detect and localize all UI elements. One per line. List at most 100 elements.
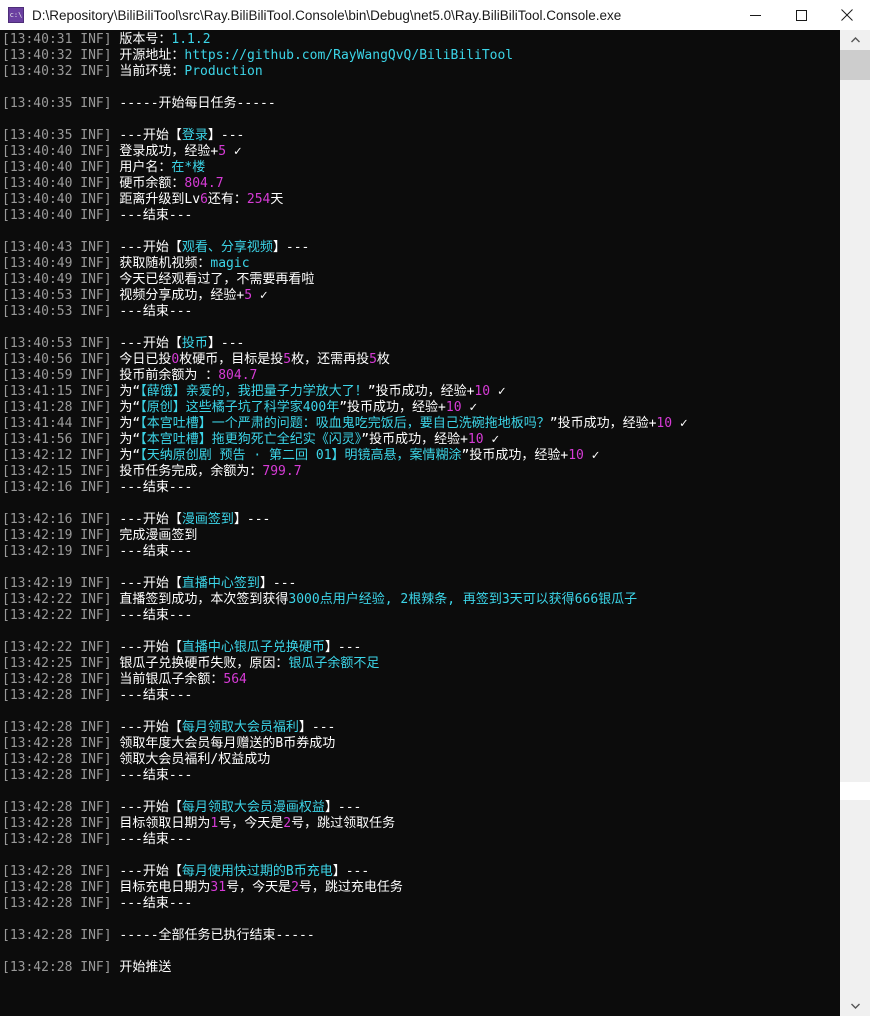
log-segment: 号，今天是	[226, 880, 292, 895]
log-line: [13:40:31 INF] 版本号：1.1.2	[2, 32, 840, 48]
log-segment: ---开始【	[111, 864, 182, 879]
log-timestamp: [13:40:32 INF]	[2, 48, 112, 63]
log-segment: 804.7	[218, 368, 258, 383]
log-timestamp: [13:40:56 INF]	[2, 352, 112, 367]
log-segment: ---结束---	[111, 608, 193, 623]
log-segment: magic	[210, 256, 250, 271]
log-line: [13:42:28 INF] 当前银瓜子余额：564	[2, 672, 840, 688]
log-segment: 领取大会员福利/权益成功	[111, 752, 271, 767]
log-timestamp: [13:42:28 INF]	[2, 672, 112, 687]
log-segment: 564	[223, 672, 247, 687]
log-segment: 每月领取大会员漫画权益	[181, 800, 325, 815]
log-segment: 银瓜子兑换硬币失败，原因：	[111, 656, 289, 671]
log-segment: 观看、分享视频	[181, 240, 273, 255]
log-segment: ”投币成功，经验+	[549, 416, 657, 431]
scroll-down-arrow-icon[interactable]	[840, 996, 870, 1016]
log-segment: 银瓜子余额不足	[288, 656, 380, 671]
window-title: D:\Repository\BiliBiliTool\src\Ray.BiliB…	[32, 7, 622, 23]
log-timestamp: [13:41:56 INF]	[2, 432, 112, 447]
log-line: [13:42:22 INF] 直播签到成功，本次签到获得3000点用户经验, 2…	[2, 592, 840, 608]
scroll-up-arrow-icon[interactable]	[840, 30, 870, 50]
log-line: [13:40:35 INF] -----开始每日任务-----	[2, 96, 840, 112]
log-segment: 投币	[181, 336, 208, 351]
log-timestamp: [13:42:28 INF]	[2, 864, 112, 879]
log-line: [13:42:28 INF] ---开始【每月使用快过期的B币充电】---	[2, 864, 840, 880]
log-segment: 为“	[111, 448, 141, 463]
log-line: [13:40:53 INF] 视频分享成功，经验+5 ✓	[2, 288, 840, 304]
log-segment: 】---	[324, 640, 362, 655]
console-app-icon: c:\	[8, 7, 24, 23]
console-output[interactable]: [13:40:31 INF] 版本号：1.1.2 [13:40:32 INF] 开…	[0, 30, 840, 1016]
log-line: [13:40:32 INF] 开源地址：https://github.com/R…	[2, 48, 840, 64]
log-segment: ”投币成功，经验+	[367, 384, 475, 399]
log-line: [13:42:19 INF] ---结束---	[2, 544, 840, 560]
scrollbar-thumb[interactable]	[840, 50, 870, 80]
log-segment: 为“	[111, 416, 141, 431]
log-segment: 当前环境：	[111, 64, 185, 79]
log-line: [13:42:28 INF] ---结束---	[2, 688, 840, 704]
log-timestamp: [13:42:15 INF]	[2, 464, 112, 479]
minimize-button[interactable]	[732, 0, 778, 30]
log-segment: 枚硬币，目标是投	[179, 352, 284, 367]
vertical-scrollbar[interactable]	[840, 30, 870, 1016]
log-timestamp: [13:42:16 INF]	[2, 512, 112, 527]
log-timestamp: [13:42:28 INF]	[2, 832, 112, 847]
log-timestamp: [13:42:28 INF]	[2, 960, 112, 975]
log-line: [13:42:28 INF] -----全部任务已执行结束-----	[2, 928, 840, 944]
log-segment: 目标充电日期为	[111, 880, 211, 895]
log-segment: 2	[291, 880, 299, 895]
log-segment: 为“	[111, 400, 141, 415]
log-segment: ✓	[252, 288, 268, 303]
log-segment: 【本宫吐槽】一个严肃的问题：吸血鬼吃完饭后，要自己洗碗拖地板吗？	[140, 416, 550, 431]
log-segment: 号，今天是	[218, 816, 284, 831]
log-timestamp: [13:42:19 INF]	[2, 576, 112, 591]
log-timestamp: [13:40:32 INF]	[2, 64, 112, 79]
log-segment: 为“	[111, 432, 141, 447]
log-line: [13:40:40 INF] 登录成功，经验+5 ✓	[2, 144, 840, 160]
log-timestamp: [13:40:35 INF]	[2, 128, 112, 143]
log-segment: 硬币余额：	[111, 176, 185, 191]
log-segment: 枚	[376, 352, 390, 367]
close-button[interactable]	[824, 0, 870, 30]
log-line: [13:42:22 INF] ---开始【直播中心银瓜子兑换硬币】---	[2, 640, 840, 656]
log-segment: 视频分享成功，经验+	[111, 288, 245, 303]
log-line: [13:40:40 INF] ---结束---	[2, 208, 840, 224]
log-timestamp: [13:40:35 INF]	[2, 96, 112, 111]
log-line: [13:40:35 INF] ---开始【登录】---	[2, 128, 840, 144]
log-segment: 10	[474, 384, 491, 399]
log-segment: 】---	[259, 576, 297, 591]
log-segment: ---开始【	[111, 720, 182, 735]
log-line: [13:40:40 INF] 用户名：在*楼	[2, 160, 840, 176]
log-segment: 号，跳过领取任务	[291, 816, 396, 831]
log-line: [13:42:28 INF] ---结束---	[2, 896, 840, 912]
log-line: [13:40:32 INF] 当前环境：Production	[2, 64, 840, 80]
log-segment: 登录成功，经验+	[111, 144, 219, 159]
log-segment: 【天纳原创剧 预告 · 第二回 01】明镜高悬，案情糊涂	[140, 448, 462, 463]
log-segment: 距离升级到Lv	[111, 192, 201, 207]
log-segment: ---结束---	[111, 208, 193, 223]
log-segment: ✓	[490, 384, 506, 399]
log-timestamp: [13:42:12 INF]	[2, 448, 112, 463]
log-line: [13:42:16 INF] ---开始【漫画签到】---	[2, 512, 840, 528]
maximize-button[interactable]	[778, 0, 824, 30]
scrollbar-marker	[840, 782, 870, 800]
log-timestamp: [13:40:53 INF]	[2, 288, 112, 303]
log-segment: 开始推送	[111, 960, 172, 975]
log-line: [13:41:44 INF] 为“【本宫吐槽】一个严肃的问题：吸血鬼吃完饭后，要…	[2, 416, 840, 432]
log-timestamp: [13:42:28 INF]	[2, 816, 112, 831]
log-segment: 5	[218, 144, 227, 159]
log-timestamp: [13:41:28 INF]	[2, 400, 112, 415]
log-line: [13:42:15 INF] 投币任务完成，余额为：799.7	[2, 464, 840, 480]
log-segment: 【薛饿】亲爱的，我把量子力学放大了！	[140, 384, 368, 399]
log-segment: ---结束---	[111, 544, 193, 559]
log-segment: ---结束---	[111, 832, 193, 847]
log-segment: 为“	[111, 384, 141, 399]
log-segment: 10	[568, 448, 584, 463]
log-line: [13:42:28 INF] 目标充电日期为31号，今天是2号，跳过充电任务	[2, 880, 840, 896]
log-timestamp: [13:42:28 INF]	[2, 688, 112, 703]
